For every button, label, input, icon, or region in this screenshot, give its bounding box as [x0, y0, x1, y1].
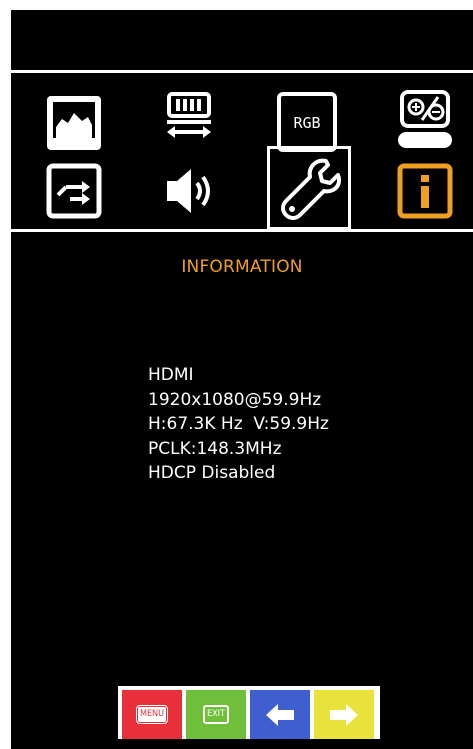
exit-button-label: EXIT	[203, 705, 229, 724]
exit-button[interactable]: EXIT	[186, 690, 246, 739]
menu-item-information[interactable]	[385, 151, 465, 231]
arrow-left-icon	[266, 703, 294, 726]
info-line-pclk: PCLK:148.3MHz	[148, 438, 282, 459]
menu-item-picture-adjust[interactable]	[385, 80, 465, 160]
info-line-resolution: 1920x1080@59.9Hz	[148, 389, 322, 410]
info-line-signal: HDMI	[148, 365, 194, 385]
right-arrow-button[interactable]	[314, 690, 374, 739]
menu-item-audio[interactable]	[149, 151, 229, 231]
rgb-icon-label: RGB	[293, 114, 320, 132]
button-bar: MENU EXIT	[118, 686, 380, 739]
info-line-hdcp: HDCP Disabled	[148, 463, 276, 483]
information-icon	[397, 163, 453, 219]
picture-icon	[47, 96, 101, 150]
display-settings-icon	[167, 92, 211, 138]
left-arrow-button[interactable]	[250, 690, 310, 739]
info-line-frequency: H:67.3K Hz V:59.9Hz	[148, 414, 329, 434]
menu-button[interactable]: MENU	[122, 690, 182, 739]
arrow-right-icon	[330, 703, 358, 726]
menu-item-input[interactable]	[34, 151, 114, 231]
rgb-icon: RGB	[277, 92, 337, 152]
audio-icon	[167, 169, 210, 213]
divider-bottom	[11, 229, 473, 232]
divider-top	[11, 70, 473, 73]
setup-wrench-icon	[281, 158, 341, 220]
menu-button-label: MENU	[136, 706, 168, 723]
osd-menu: RGB INFORMATION HDMI 1920x1080@59.9Hz H:…	[11, 10, 473, 749]
menu-item-display[interactable]	[149, 80, 229, 160]
menu-item-setup[interactable]	[267, 146, 351, 230]
picture-adjust-icon	[398, 90, 452, 148]
info-panel: HDMI 1920x1080@59.9Hz H:67.3K Hz V:59.9H…	[148, 363, 329, 486]
input-source-icon	[46, 163, 102, 219]
page-title: INFORMATION	[181, 257, 303, 277]
